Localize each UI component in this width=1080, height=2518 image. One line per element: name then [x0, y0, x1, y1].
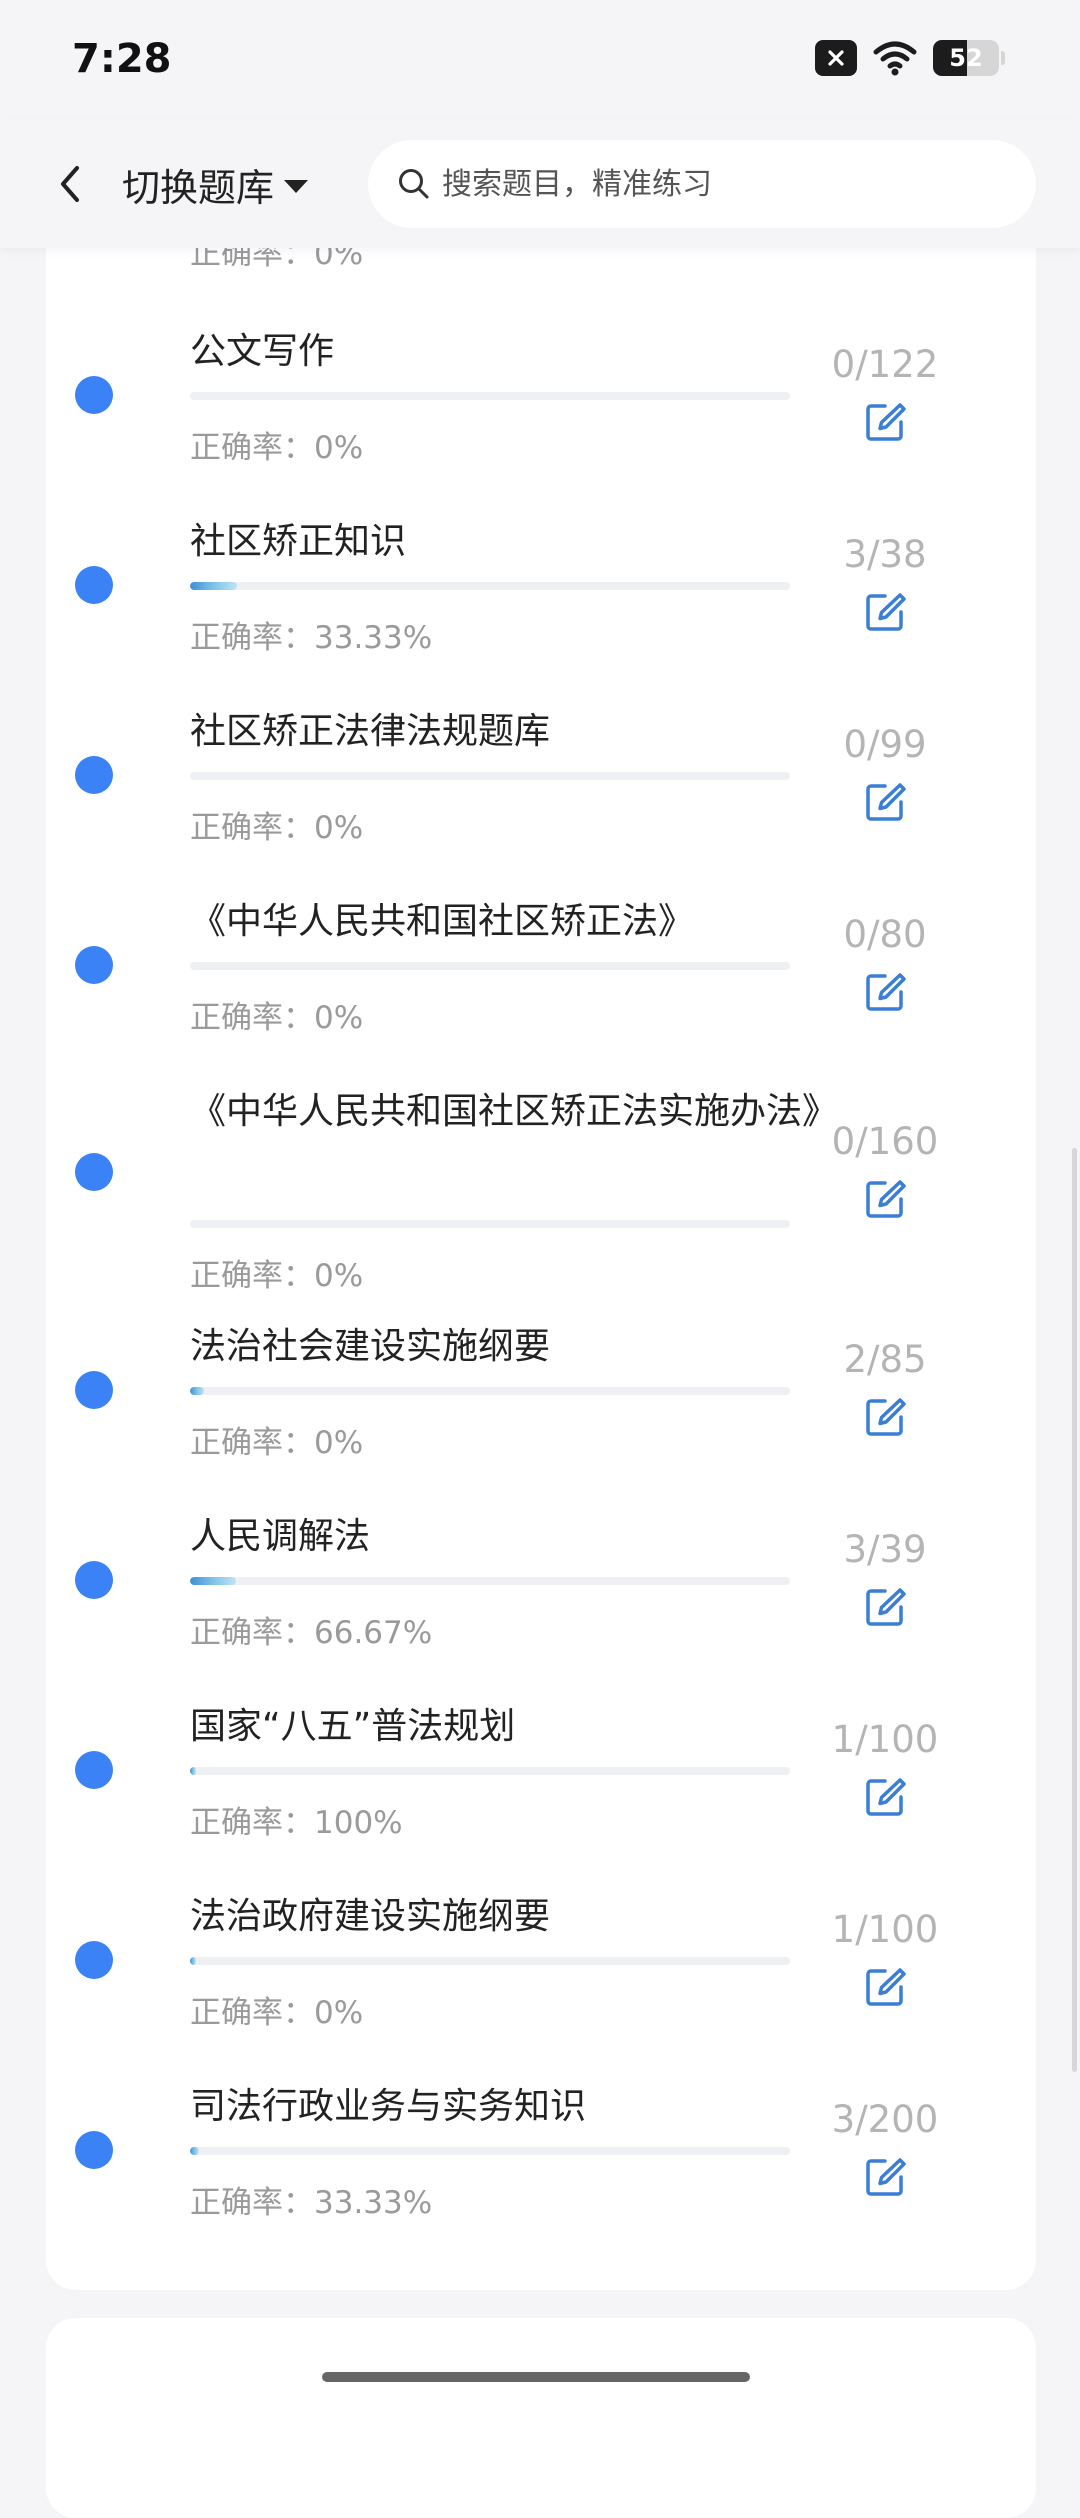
edit-icon	[863, 1585, 907, 1633]
home-indicator[interactable]	[322, 2372, 750, 2382]
search-box[interactable]	[368, 140, 1036, 228]
edit-practice-button[interactable]	[860, 399, 910, 449]
item-count: 1/100	[831, 1718, 939, 1761]
item-title[interactable]: 《中华人民共和国社区矫正法实施办法》	[190, 1086, 838, 1138]
status-time: 7:28	[72, 36, 172, 82]
item-count: 3/38	[843, 533, 927, 576]
progress-fill	[190, 1957, 196, 1965]
item-accuracy: 正确率：0%	[190, 1425, 364, 1461]
progress-fill	[190, 1387, 205, 1395]
edit-practice-button[interactable]	[860, 589, 910, 639]
bullet-dot-icon	[75, 566, 113, 604]
search-icon	[394, 164, 434, 204]
item-title[interactable]: 司法行政业务与实务知识	[190, 2081, 830, 2133]
edit-icon	[863, 590, 907, 638]
caret-down-icon	[284, 179, 309, 193]
scrollbar[interactable]	[1072, 1148, 1077, 2072]
bullet-dot-icon	[75, 2131, 113, 2169]
battery-cap	[1001, 51, 1005, 65]
progress-track	[190, 2147, 790, 2155]
item-title[interactable]: 人民调解法	[190, 1511, 830, 1563]
progress-track	[190, 772, 790, 780]
notification-close-icon	[815, 40, 857, 76]
edit-icon	[863, 1965, 907, 2013]
edit-practice-button[interactable]	[860, 969, 910, 1019]
item-count: 0/80	[843, 913, 927, 956]
item-count: 3/39	[843, 1528, 927, 1571]
edit-practice-button[interactable]	[860, 779, 910, 829]
edit-practice-button[interactable]	[860, 1964, 910, 2014]
edit-icon	[863, 2155, 907, 2203]
search-input[interactable]	[440, 165, 1004, 203]
item-accuracy: 正确率：0%	[190, 1258, 364, 1294]
progress-track	[190, 1577, 790, 1585]
progress-fill	[190, 2147, 199, 2155]
edit-practice-button[interactable]	[860, 1774, 910, 1824]
bullet-dot-icon	[75, 376, 113, 414]
item-title[interactable]: 社区矫正法律法规题库	[190, 706, 830, 758]
edit-icon	[863, 780, 907, 828]
battery-icon: 52	[933, 40, 999, 76]
item-title[interactable]: 法治社会建设实施纲要	[190, 1321, 830, 1373]
status-bar: 7:28 52	[0, 0, 1080, 120]
edit-icon	[863, 400, 907, 448]
item-count: 3/200	[831, 2098, 939, 2141]
item-title[interactable]: 社区矫正知识	[190, 516, 830, 568]
item-accuracy: 正确率：0%	[190, 1000, 364, 1036]
bullet-dot-icon	[75, 1941, 113, 1979]
edit-icon	[863, 970, 907, 1018]
bullet-dot-icon	[75, 1561, 113, 1599]
progress-track	[190, 1957, 790, 1965]
progress-track	[190, 962, 790, 970]
question-bank-list: 正确率：0% 公文写作正确率：0% 0/122 社区矫正知识正确率：33.33% 3/…	[0, 0, 1080, 2400]
item-title[interactable]: 《中华人民共和国社区矫正法》	[190, 896, 830, 948]
item-title[interactable]: 法治政府建设实施纲要	[190, 1891, 830, 1943]
edit-practice-button[interactable]	[860, 1176, 910, 1226]
switch-question-bank-button[interactable]: 切换题库	[122, 156, 309, 212]
bullet-dot-icon	[75, 1371, 113, 1409]
wifi-icon	[873, 40, 917, 76]
item-accuracy: 正确率：0%	[190, 1995, 364, 2031]
bullet-dot-icon	[75, 756, 113, 794]
progress-track	[190, 582, 790, 590]
progress-fill	[190, 582, 238, 590]
edit-icon	[863, 1775, 907, 1823]
item-count: 0/122	[831, 343, 939, 386]
status-icons: 52	[815, 40, 1005, 76]
edit-icon	[863, 1177, 907, 1225]
battery-percent: 52	[949, 44, 983, 72]
progress-fill	[190, 1577, 237, 1585]
edit-practice-button[interactable]	[860, 1584, 910, 1634]
progress-track	[190, 1220, 790, 1228]
edit-practice-button[interactable]	[860, 1394, 910, 1444]
bullet-dot-icon	[75, 946, 113, 984]
bullet-dot-icon	[75, 1751, 113, 1789]
progress-track	[190, 1387, 790, 1395]
item-count: 0/99	[843, 723, 927, 766]
item-count: 2/85	[843, 1338, 927, 1381]
progress-fill	[190, 1767, 196, 1775]
progress-track	[190, 392, 790, 400]
item-count: 1/100	[831, 1908, 939, 1951]
item-title[interactable]: 国家“八五”普法规划	[190, 1701, 830, 1753]
bullet-dot-icon	[75, 1153, 113, 1191]
switch-question-bank-label: 切换题库	[122, 165, 275, 210]
item-accuracy: 正确率：33.33%	[190, 2185, 433, 2221]
back-button[interactable]	[40, 154, 100, 214]
item-accuracy: 正确率：66.67%	[190, 1615, 433, 1651]
item-count: 0/160	[831, 1120, 939, 1163]
item-accuracy: 正确率：0%	[190, 430, 364, 466]
chevron-left-icon	[61, 166, 79, 202]
item-accuracy: 正确率：0%	[190, 810, 364, 846]
item-accuracy: 正确率：100%	[190, 1805, 403, 1841]
item-accuracy: 正确率：33.33%	[190, 620, 433, 656]
edit-practice-button[interactable]	[860, 2154, 910, 2204]
item-title[interactable]: 公文写作	[190, 326, 830, 378]
edit-icon	[863, 1395, 907, 1443]
header-bar: 切换题库	[0, 120, 1080, 248]
progress-track	[190, 1767, 790, 1775]
